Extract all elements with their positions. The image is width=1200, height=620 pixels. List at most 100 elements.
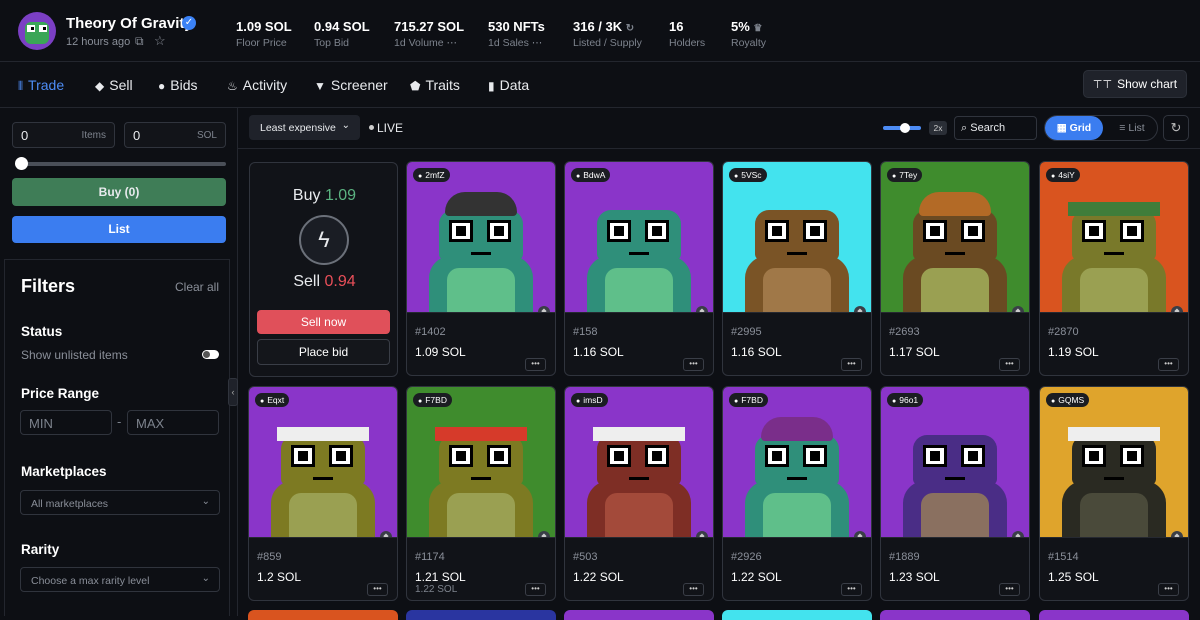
- marketplaces-select[interactable]: All marketplaces ⌄: [20, 490, 220, 515]
- owner-badge[interactable]: ● 7Tey: [887, 168, 923, 182]
- zoom-slider-handle[interactable]: [900, 123, 910, 133]
- external-link-icon[interactable]: ⧉: [135, 34, 144, 49]
- owner-badge[interactable]: ● F7BD: [729, 393, 768, 407]
- nft-image[interactable]: ● 5VSc ◆: [723, 162, 871, 312]
- updated-time: 12 hours ago: [66, 36, 131, 48]
- nft-card-partial[interactable]: [722, 610, 872, 620]
- tab-activity[interactable]: ♨ Activity: [227, 77, 287, 93]
- collapse-sidebar-button[interactable]: ‹: [228, 378, 238, 406]
- filter-icon: ▼: [314, 79, 326, 93]
- nft-image[interactable]: ● F7BD ◆: [407, 387, 555, 537]
- more-options-button[interactable]: •••: [1158, 583, 1179, 596]
- nft-image[interactable]: ● imsD ◆: [565, 387, 713, 537]
- more-icon[interactable]: ⋯: [447, 37, 458, 49]
- max-price-input[interactable]: MAX: [127, 410, 219, 435]
- nft-image[interactable]: ● GQMS ◆: [1040, 387, 1188, 537]
- nft-card-partial[interactable]: [406, 610, 556, 620]
- nft-card-partial[interactable]: [248, 610, 398, 620]
- sweep-slider-track[interactable]: [20, 162, 226, 166]
- stat-sales[interactable]: 530 NFTs 1d Sales ⋯: [488, 19, 545, 49]
- more-options-button[interactable]: •••: [841, 358, 862, 371]
- clear-all-link[interactable]: Clear all: [175, 280, 219, 294]
- verified-icon: ✓: [182, 16, 196, 30]
- rarity-select[interactable]: Choose a max rarity level ⌄: [20, 567, 220, 592]
- token-id: #158: [573, 326, 598, 338]
- more-options-button[interactable]: •••: [841, 583, 862, 596]
- sell-now-button[interactable]: Sell now: [257, 310, 390, 334]
- user-icon: ●: [418, 173, 423, 180]
- nft-image[interactable]: ● BdwA ◆: [565, 162, 713, 312]
- tab-sell[interactable]: ◆ Sell: [95, 77, 133, 93]
- search-input[interactable]: ⌕ Search: [954, 116, 1037, 140]
- chart-icon: ⊤⊤: [1092, 79, 1113, 91]
- sort-select[interactable]: Least expensive ⌄: [249, 115, 360, 140]
- owner-badge[interactable]: ● 96o1: [887, 393, 924, 407]
- stat-volume[interactable]: 715.27 SOL 1d Volume ⋯: [394, 19, 464, 49]
- list-view-button[interactable]: ≡ List: [1109, 116, 1155, 140]
- nft-card[interactable]: ● 96o1 ◆ #1889 1.23 SOL •••: [880, 386, 1030, 601]
- more-options-button[interactable]: •••: [525, 358, 546, 371]
- star-icon[interactable]: ☆: [154, 33, 166, 49]
- nft-card[interactable]: ● 5VSc ◆ #2995 1.16 SOL •••: [722, 161, 872, 376]
- tab-trade[interactable]: ⫴ Trade: [18, 77, 64, 94]
- more-options-button[interactable]: •••: [683, 583, 704, 596]
- owner-badge[interactable]: ● imsD: [571, 393, 608, 407]
- more-icon[interactable]: ⋯: [532, 37, 543, 49]
- token-id: #503: [573, 551, 598, 563]
- more-options-button[interactable]: •••: [683, 358, 704, 371]
- more-options-button[interactable]: •••: [999, 583, 1020, 596]
- owner-badge[interactable]: ● GQMS: [1046, 393, 1090, 407]
- instant-buy-label: Buy 1.09: [292, 187, 357, 204]
- nft-card[interactable]: ● 4siY ◆ #2870 1.19 SOL •••: [1039, 161, 1189, 376]
- collection-avatar[interactable]: [18, 12, 56, 50]
- nft-image[interactable]: ● 2mfZ ◆: [407, 162, 555, 312]
- more-options-button[interactable]: •••: [525, 583, 546, 596]
- live-label: LIVE: [377, 121, 404, 135]
- grid-view-button[interactable]: ▦ Grid: [1045, 116, 1103, 140]
- refresh-button[interactable]: ↻: [1163, 115, 1189, 141]
- refresh-icon[interactable]: ↻: [626, 23, 634, 34]
- crown-icon: ♛: [753, 23, 763, 34]
- nft-image[interactable]: ● Eqxt ◆: [249, 387, 397, 537]
- nft-card[interactable]: ● imsD ◆ #503 1.22 SOL •••: [564, 386, 714, 601]
- buy-button[interactable]: Buy (0): [12, 178, 226, 206]
- collection-title: Theory Of Gravity: [66, 15, 193, 32]
- nft-image[interactable]: ● 96o1 ◆: [881, 387, 1029, 537]
- nft-card[interactable]: ● F7BD ◆ #1174 1.21 SOL 1.22 SOL •••: [406, 386, 556, 601]
- nft-image[interactable]: ● 4siY ◆: [1040, 162, 1188, 312]
- collection-header: Theory Of Gravity ✓ 12 hours ago ⧉ ☆ 1.0…: [0, 0, 1200, 62]
- owner-badge[interactable]: ● 4siY: [1046, 168, 1080, 182]
- nft-card-partial[interactable]: [564, 610, 714, 620]
- nft-image[interactable]: ● 7Tey ◆: [881, 162, 1029, 312]
- nft-card[interactable]: ● Eqxt ◆ #859 1.2 SOL •••: [248, 386, 398, 601]
- stat-listed-supply: 316 / 3K ↻ Listed / Supply: [573, 19, 642, 49]
- owner-badge[interactable]: ● Eqxt: [255, 393, 290, 407]
- nft-card[interactable]: ● GQMS ◆ #1514 1.25 SOL •••: [1039, 386, 1189, 601]
- min-price-input[interactable]: MIN: [20, 410, 112, 435]
- show-unlisted-toggle[interactable]: [202, 350, 219, 359]
- owner-badge[interactable]: ● 2mfZ: [413, 168, 450, 182]
- nft-image[interactable]: ● F7BD ◆: [723, 387, 871, 537]
- sweep-slider-handle[interactable]: [15, 157, 28, 170]
- owner-badge[interactable]: ● 5VSc: [729, 168, 767, 182]
- nft-card-partial[interactable]: [880, 610, 1030, 620]
- items-count-input[interactable]: 0 Items: [12, 122, 115, 148]
- nft-card[interactable]: ● F7BD ◆ #2926 1.22 SOL •••: [722, 386, 872, 601]
- more-options-button[interactable]: •••: [999, 358, 1020, 371]
- nft-card-partial[interactable]: [1039, 610, 1189, 620]
- nft-card[interactable]: ● BdwA ◆ #158 1.16 SOL •••: [564, 161, 714, 376]
- nft-card[interactable]: ● 2mfZ ◆ #1402 1.09 SOL •••: [406, 161, 556, 376]
- more-options-button[interactable]: •••: [367, 583, 388, 596]
- nft-card[interactable]: ● 7Tey ◆ #2693 1.17 SOL •••: [880, 161, 1030, 376]
- sol-amount-input[interactable]: 0 SOL: [124, 122, 226, 148]
- owner-badge[interactable]: ● BdwA: [571, 168, 611, 182]
- tab-bids[interactable]: ● Bids: [158, 77, 197, 93]
- tab-data[interactable]: ▮ Data: [488, 77, 529, 93]
- tab-screener[interactable]: ▼ Screener: [314, 77, 388, 93]
- tab-traits[interactable]: ⬟ Traits: [410, 77, 460, 93]
- owner-badge[interactable]: ● F7BD: [413, 393, 452, 407]
- more-options-button[interactable]: •••: [1158, 358, 1179, 371]
- show-chart-button[interactable]: ⊤⊤ Show chart: [1083, 70, 1187, 98]
- place-bid-button[interactable]: Place bid: [257, 339, 390, 365]
- list-button[interactable]: List: [12, 216, 226, 243]
